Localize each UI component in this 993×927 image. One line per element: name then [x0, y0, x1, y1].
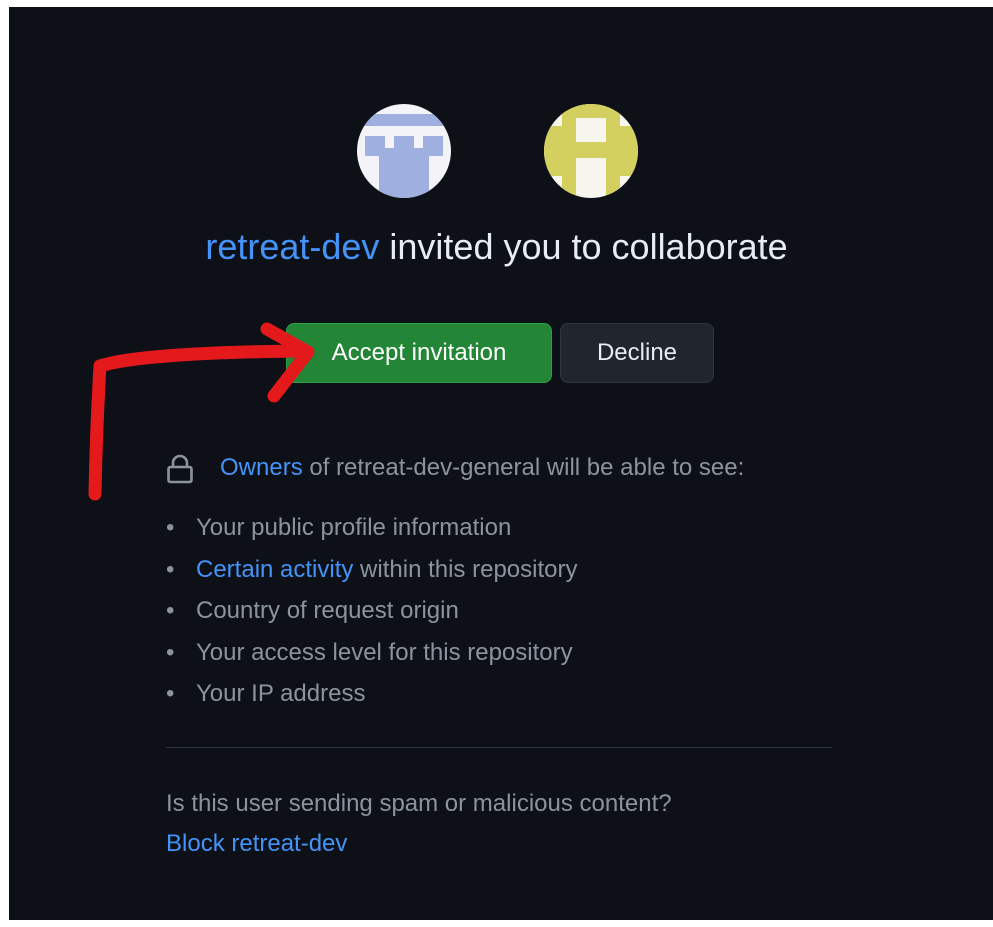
inviter-avatar[interactable]	[357, 104, 451, 198]
spam-question: Is this user sending spam or malicious c…	[166, 790, 672, 817]
bullet: •	[166, 638, 175, 666]
list-item-text: Your public profile information	[196, 514, 512, 541]
invitation-headline: retreat-dev invited you to collaborate	[0, 219, 993, 275]
visibility-intro: Owners of retreat-dev-general will be ab…	[220, 450, 744, 486]
accept-button-label: Accept invitation	[331, 339, 507, 366]
list-item: • Your public profile information	[166, 507, 577, 549]
lock-icon	[167, 454, 193, 484]
inviter-link[interactable]: retreat-dev	[205, 226, 379, 267]
accept-invitation-button[interactable]: Accept invitation	[286, 323, 552, 383]
bullet: •	[166, 514, 175, 541]
list-item: • Your access level for this repository	[166, 632, 577, 674]
decline-button[interactable]: Decline	[560, 323, 714, 383]
list-item: • Country of request origin	[166, 590, 577, 632]
visibility-intro-text: of retreat-dev-general will be able to s…	[302, 454, 745, 481]
block-user-link[interactable]: Block retreat-dev	[166, 826, 347, 862]
certain-activity-link[interactable]: Certain activity	[196, 556, 353, 583]
divider	[166, 747, 832, 748]
bullet: •	[166, 680, 175, 707]
visibility-list: • Your public profile information • Certai…	[166, 507, 577, 715]
list-item-text: within this repository	[353, 555, 578, 583]
owners-link[interactable]: Owners	[220, 454, 303, 481]
bullet: •	[166, 597, 175, 624]
invitee-avatar[interactable]	[544, 104, 638, 198]
decline-button-label: Decline	[596, 339, 678, 366]
list-item: • Your IP address	[166, 673, 577, 715]
bullet: •	[166, 555, 175, 583]
list-item-text: Your access level for this repository	[196, 638, 573, 666]
list-item: • Certain activity within this repository	[166, 549, 577, 591]
list-item-text: Your IP address	[196, 680, 366, 707]
inviter-identicon	[357, 114, 451, 198]
headline-text: invited you to collaborate	[379, 226, 788, 267]
invitee-identicon	[544, 104, 638, 198]
list-item-text: Country of request origin	[196, 597, 459, 624]
